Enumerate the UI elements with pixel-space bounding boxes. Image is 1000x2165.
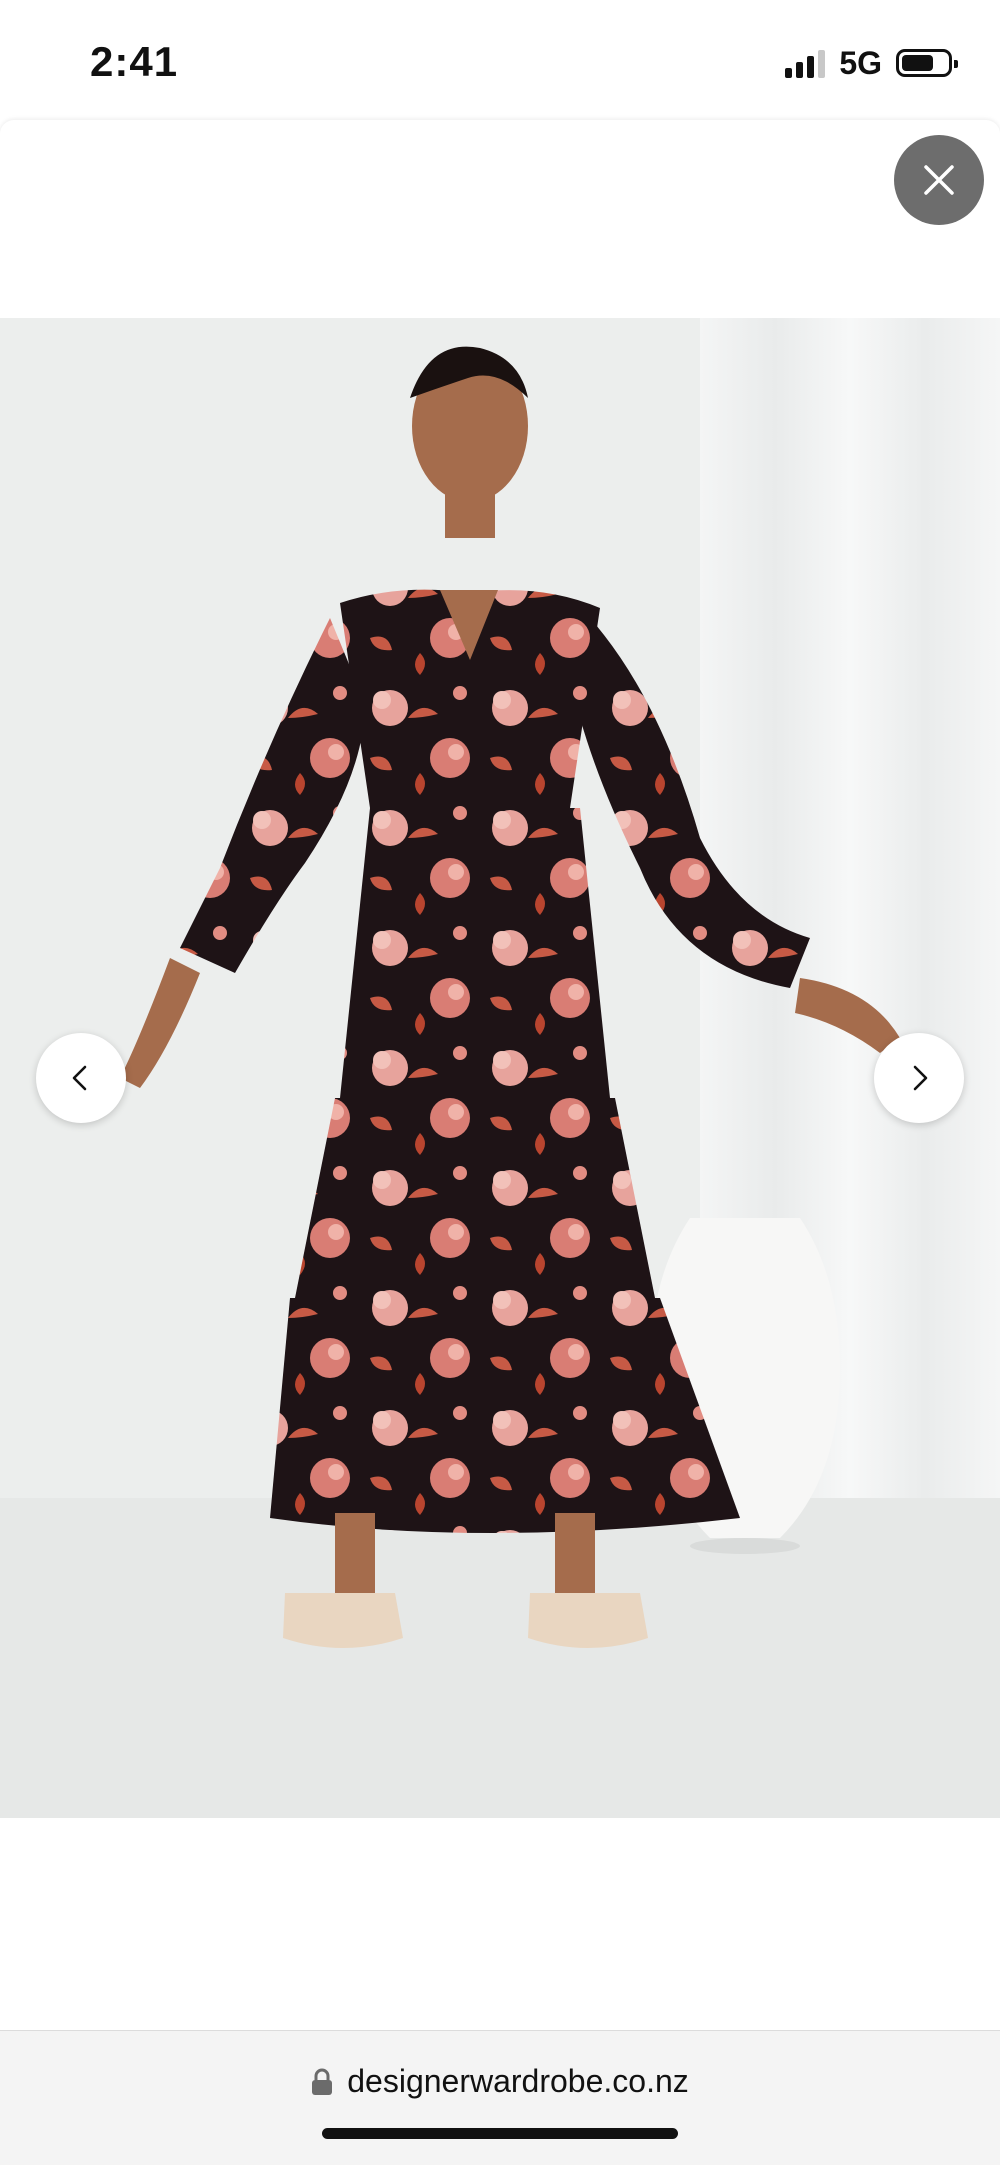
url-text: designerwardrobe.co.nz [347,2063,689,2099]
cellular-signal-icon [785,48,826,78]
lock-icon [311,2068,333,2096]
close-button[interactable] [894,135,984,225]
network-type: 5G [839,44,882,81]
close-icon [924,165,954,195]
dress-photo-illustration [0,318,1000,1818]
clock-time: 2:41 [90,38,179,85]
previous-image-button[interactable] [36,1033,126,1123]
home-indicator[interactable] [322,2128,678,2139]
browser-address-bar[interactable]: designerwardrobe.co.nz [0,2030,1000,2165]
product-photo[interactable] [0,318,1000,1818]
battery-icon [896,49,958,77]
chevron-right-icon [913,1065,928,1091]
next-image-button[interactable] [874,1033,964,1123]
chevron-left-icon [72,1065,87,1091]
status-bar: 2:41 5G [0,0,1000,120]
status-indicators: 5G [785,44,958,81]
url-display[interactable]: designerwardrobe.co.nz [0,2063,1000,2100]
